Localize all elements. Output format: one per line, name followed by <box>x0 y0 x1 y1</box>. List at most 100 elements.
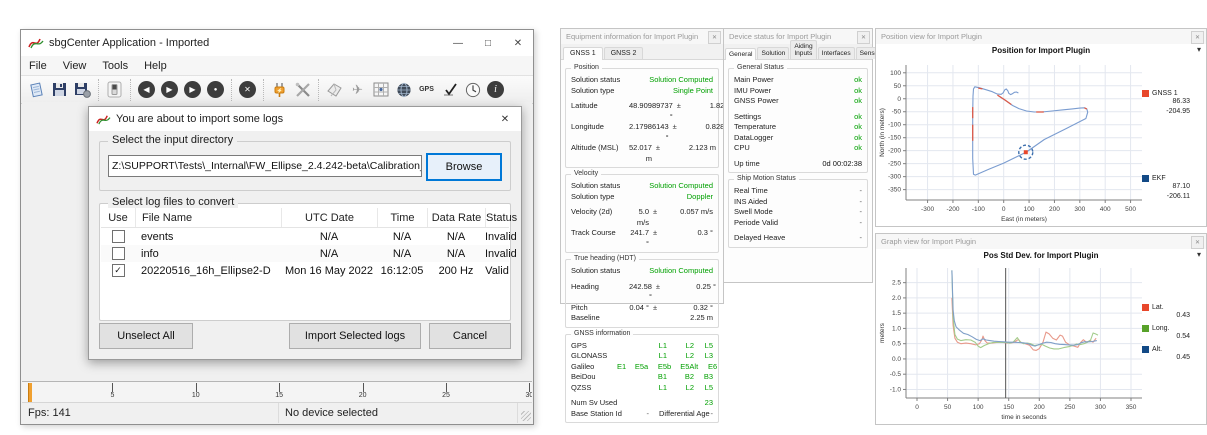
group-label: Velocity <box>571 170 602 177</box>
menu-help[interactable]: Help <box>136 56 175 75</box>
stddev-chart-area: Pos Std Dev. for Import Plugin ▾ 0 50 100 1… <box>876 249 1206 424</box>
legend-swatch <box>1142 90 1149 97</box>
record-icon[interactable]: ● <box>204 79 227 101</box>
row-checkbox[interactable] <box>111 247 125 260</box>
col-data-rate[interactable]: Data Rate <box>427 208 485 227</box>
resize-grip[interactable] <box>521 411 531 421</box>
menu-bar: File View Tools Help <box>21 56 533 75</box>
svg-text:0: 0 <box>897 96 901 103</box>
chart-title: Pos Std Dev. for Import Plugin <box>983 251 1099 260</box>
stddev-chart-plot[interactable]: 0 50 100 150 200 250 300 350 2.5 2.0 1.5 1.0 0.5 0.0 -… <box>876 262 1206 424</box>
close-button[interactable]: ✕ <box>503 30 533 56</box>
airplane-icon[interactable]: ✈ <box>346 79 369 101</box>
log-files-table: Use File Name UTC Date Time Data Rate St… <box>101 208 517 319</box>
col-status[interactable]: Status <box>485 208 517 227</box>
svg-text:-300: -300 <box>921 206 934 213</box>
file-name: events <box>141 230 174 243</box>
file-name: 20220516_16h_Ellipse2-D <box>141 264 271 277</box>
svg-text:0: 0 <box>1002 206 1006 213</box>
panel-close-button[interactable]: ✕ <box>1191 236 1204 249</box>
sbg-logo-icon <box>96 114 111 124</box>
position-view-panel: Position view for Import Plugin ✕ Positi… <box>875 28 1207 227</box>
menu-file[interactable]: File <box>21 56 55 75</box>
svg-text:150: 150 <box>1003 404 1014 411</box>
sbg-logo-icon <box>28 38 44 49</box>
timeline-ruler[interactable]: 5 10 15 20 25 30 <box>22 381 532 403</box>
gps-icon[interactable]: GPS <box>415 79 438 101</box>
row-checkbox[interactable] <box>111 230 125 243</box>
map-icon[interactable] <box>369 79 392 101</box>
table-row[interactable]: info N/A N/A N/A Invalid <box>101 245 517 262</box>
group-label: Position <box>571 64 602 71</box>
power-switch-icon[interactable] <box>103 79 126 101</box>
svg-text:2.0: 2.0 <box>892 295 901 302</box>
legend-gnss1: GNSS 1 86.33 -204.95 <box>1142 90 1204 116</box>
directory-input[interactable]: Z:\SUPPORT\Tests\_Internal\FW_Ellipse_2.… <box>108 155 422 177</box>
unselect-all-button[interactable]: Unselect All <box>99 323 193 349</box>
row-checkbox[interactable] <box>111 264 125 277</box>
svg-text:North (in meters): North (in meters) <box>879 108 886 157</box>
tab-aiding-inputs[interactable]: Aiding Inputs <box>790 40 817 59</box>
panel-close-button[interactable]: ✕ <box>1191 31 1204 44</box>
save-as-icon[interactable] <box>71 79 94 101</box>
svg-text:-200: -200 <box>888 148 901 155</box>
skip-end-icon[interactable]: ▶ <box>181 79 204 101</box>
table-row[interactable]: events N/A N/A N/A Invalid <box>101 228 517 245</box>
minimize-button[interactable]: — <box>443 30 473 56</box>
play-icon[interactable]: ▶ <box>158 79 181 101</box>
file-name: info <box>141 247 159 260</box>
col-utc-date[interactable]: UTC Date <box>281 208 377 227</box>
svg-text:-150: -150 <box>888 135 901 142</box>
panel-title: Graph view for Import Plugin <box>876 234 1206 250</box>
col-file-name[interactable]: File Name <box>135 208 281 227</box>
legend-lat: Lat. 0.43 <box>1142 304 1204 321</box>
open-icon[interactable] <box>25 79 48 101</box>
panel-close-button[interactable]: ✕ <box>857 31 870 44</box>
connect-icon[interactable] <box>268 79 291 101</box>
import-selected-button[interactable]: Import Selected logs <box>289 323 421 349</box>
maximize-button[interactable]: □ <box>473 30 503 56</box>
chart-options-caret-icon[interactable]: ▾ <box>1197 250 1201 259</box>
tab-interfaces[interactable]: Interfaces <box>817 47 855 59</box>
true-heading-group: True heading (HDT) Solution status Soluti… <box>565 255 719 328</box>
timeline-playhead[interactable] <box>28 383 32 402</box>
svg-text:-0.5: -0.5 <box>890 371 902 378</box>
timeline-tick <box>362 383 364 392</box>
svg-text:100: 100 <box>890 70 901 77</box>
col-use[interactable]: Use <box>101 208 135 227</box>
panel-title: Equipment information for Import Plugin <box>561 29 723 45</box>
ship-motion-status-group: Ship Motion Status Real Time - INS Aided -… <box>728 175 868 248</box>
tools-icon[interactable] <box>291 79 314 101</box>
table-row[interactable]: 20220516_16h_Ellipse2-D Mon 16 May 2022 … <box>101 262 509 279</box>
group-label: GNSS information <box>571 329 634 337</box>
panel-close-button[interactable]: ✕ <box>708 31 721 44</box>
position-group: Position Solution status Solution Compute… <box>565 64 737 168</box>
time: 16:12:05 <box>380 264 424 277</box>
menu-view[interactable]: View <box>55 56 95 75</box>
menu-tools[interactable]: Tools <box>94 56 136 75</box>
skip-start-icon[interactable]: ◀ <box>135 79 158 101</box>
globe-icon[interactable] <box>392 79 415 101</box>
save-icon[interactable] <box>48 79 71 101</box>
tab-solution[interactable]: Solution <box>757 47 790 59</box>
device-tabs: General Solution Aiding Inputs Interface… <box>724 40 888 60</box>
log-files-group: Select log files to convert Use File Nam… <box>99 196 517 321</box>
tab-gnss-2[interactable]: GNSS 2 <box>603 47 644 59</box>
validate-icon[interactable] <box>438 79 461 101</box>
clock-icon[interactable] <box>461 79 484 101</box>
log-files-label: Select log files to convert <box>108 196 239 208</box>
cancel-button[interactable]: Cancel <box>429 323 511 349</box>
stop-icon[interactable]: ✕ <box>236 79 259 101</box>
input-directory-group: Select the input directory Z:\SUPPORT\Te… <box>99 134 511 191</box>
velocity-group: Velocity Solution status Solution Compute… <box>565 170 719 253</box>
chart-options-caret-icon[interactable]: ▾ <box>1197 45 1201 54</box>
input-directory-label: Select the input directory <box>108 134 238 146</box>
browse-button[interactable]: Browse <box>426 153 502 181</box>
legend-swatch <box>1142 175 1149 182</box>
3d-view-icon[interactable] <box>323 79 346 101</box>
timeline-tick-label: 15 <box>275 392 284 399</box>
dialog-close-button[interactable]: ✕ <box>489 107 521 131</box>
info-icon[interactable]: i <box>484 79 507 101</box>
svg-text:-350: -350 <box>888 187 901 194</box>
col-time[interactable]: Time <box>377 208 427 227</box>
